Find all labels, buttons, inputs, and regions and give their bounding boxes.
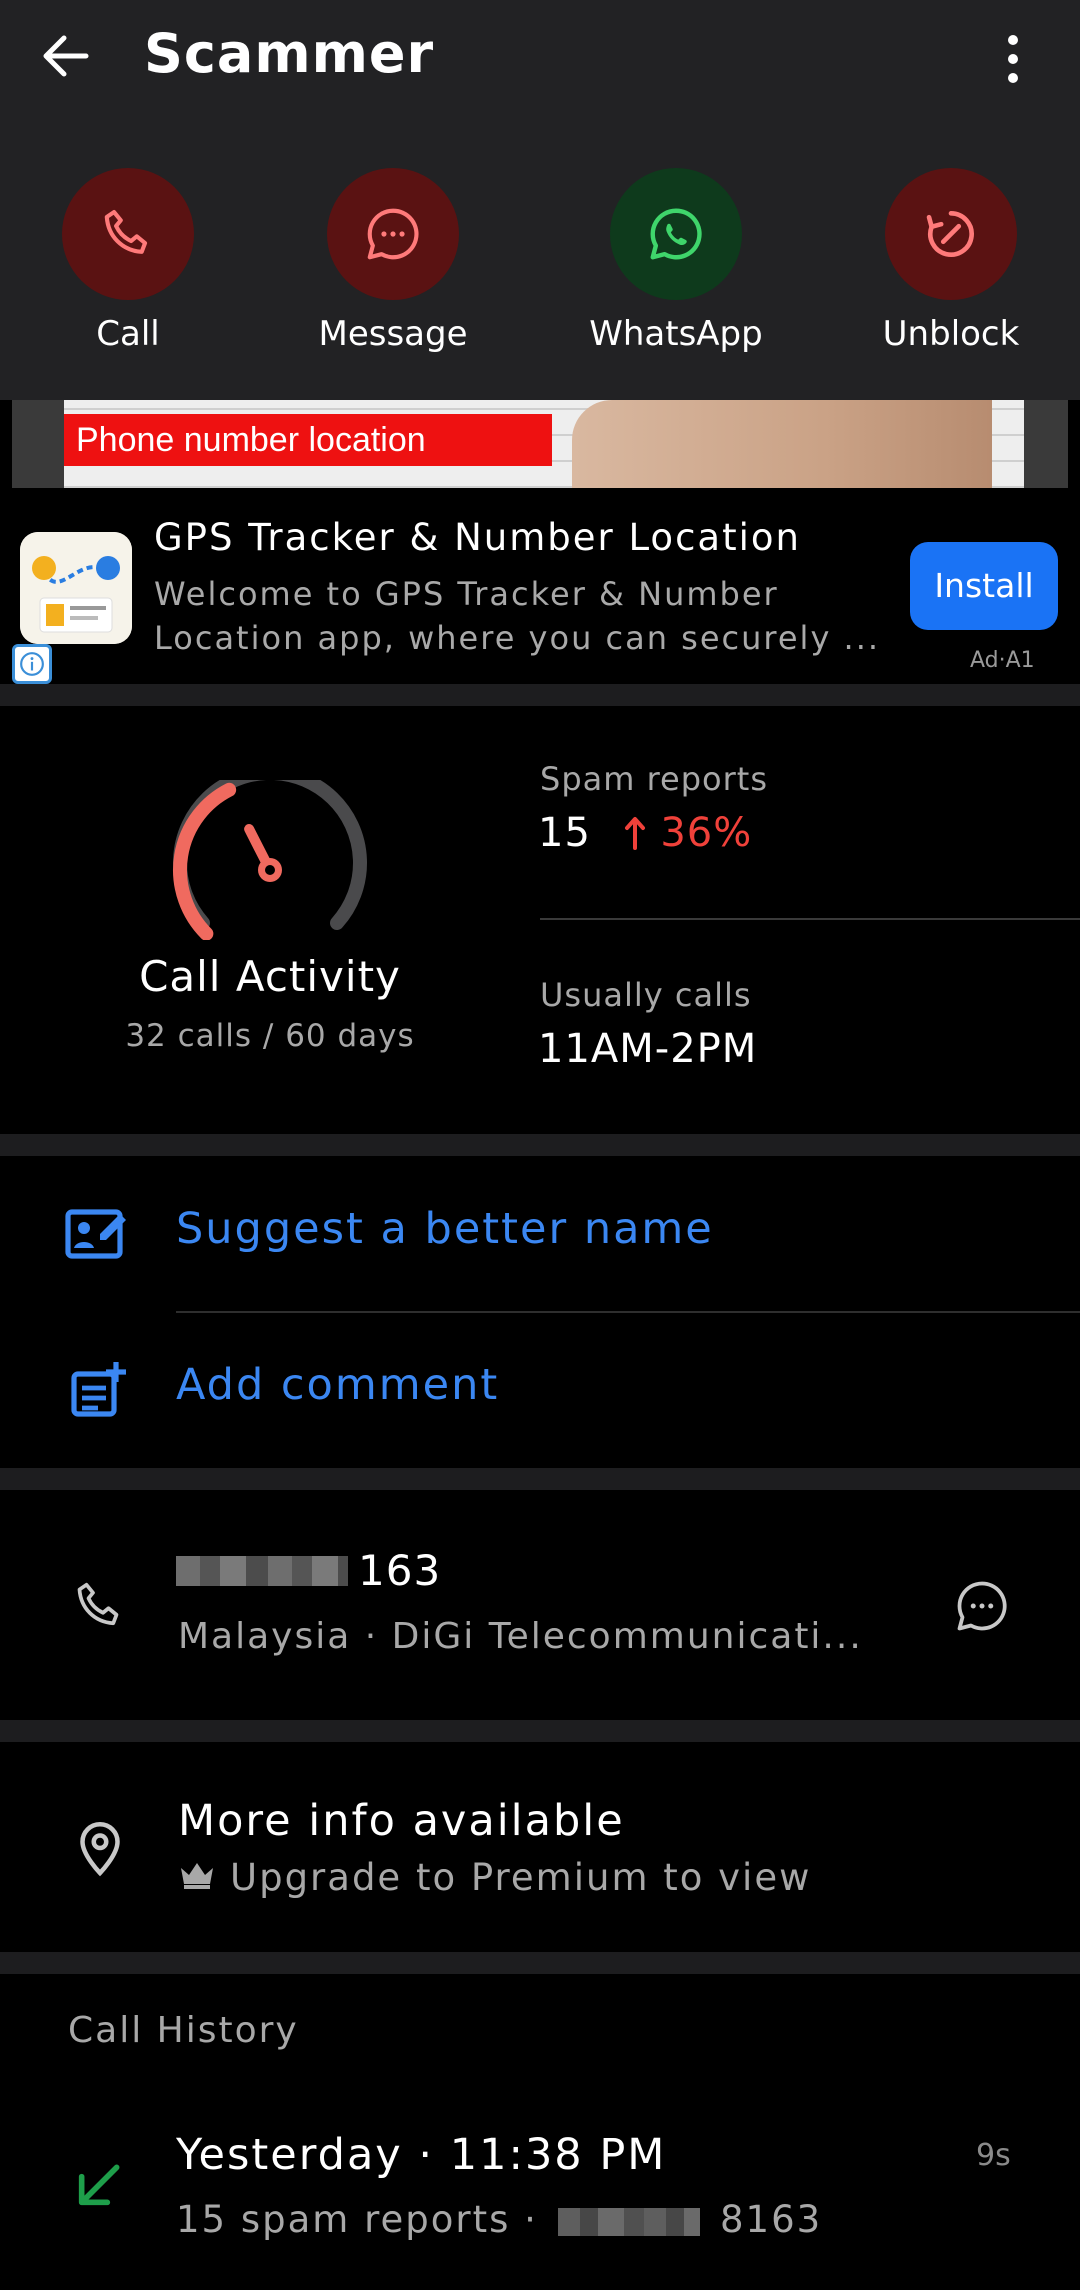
ad-hand-graphic [572,400,992,488]
usually-calls-value: 11AM-2PM [538,1026,758,1072]
suggest-name-link[interactable]: Suggest a better name [176,1204,714,1254]
edit-name-icon[interactable] [62,1196,134,1268]
redacted-number [558,2208,700,2236]
redacted-number [176,1556,348,1586]
arrow-up-icon [623,810,661,856]
ad-banner-text: Phone number location [64,414,552,466]
ad-info-icon[interactable] [12,644,52,684]
section-divider [0,1952,1080,1974]
add-comment-icon[interactable] [62,1354,134,1426]
more-options-icon[interactable] [990,30,1036,90]
unblock-label: Unblock [882,314,1020,354]
call-history-heading: Call History [68,2010,299,2051]
spam-reports-label: Spam reports [540,760,768,798]
ad-card[interactable]: GPS Tracker & Number Location Welcome to… [0,488,1080,684]
ad-install-button[interactable]: Install [910,542,1058,630]
call-label: Call [96,314,160,354]
crown-icon [178,1856,216,1899]
ad-banner-image[interactable]: Phone number location [12,400,1068,488]
whatsapp-action-button[interactable]: WhatsApp [576,168,776,354]
whatsapp-label: WhatsApp [589,314,763,354]
ad-tag: Ad·A1 [970,648,1035,673]
usually-calls-label: Usually calls [540,976,752,1014]
call-history-spam: 15 spam reports · [176,2198,538,2241]
incoming-call-icon [62,2150,134,2222]
add-comment-link[interactable]: Add comment [176,1360,499,1410]
stats-divider [540,918,1080,920]
call-action-button[interactable]: Call [28,168,228,354]
more-info-title[interactable]: More info available [178,1796,625,1846]
unblock-action-button[interactable]: Unblock [851,168,1051,354]
section-divider [0,1720,1080,1742]
call-activity-sub: 32 calls / 60 days [125,1018,415,1054]
call-history-duration: 9s [976,2138,1011,2173]
whatsapp-icon [610,168,742,300]
premium-upsell[interactable]: Upgrade to Premium to view [178,1856,811,1899]
call-history-time[interactable]: Yesterday · 11:38 PM [176,2130,666,2180]
message-label: Message [318,314,468,354]
carrier-info: Malaysia · DiGi Telecommunicati... [178,1616,863,1657]
spam-reports-value: 15 36% [538,810,752,856]
spam-change: 36% [660,810,753,856]
premium-text: Upgrade to Premium to view [230,1856,812,1899]
spam-count: 15 [538,810,591,856]
unblock-icon [885,168,1017,300]
phone-number-tail: 163 [358,1546,442,1595]
speedometer-icon [170,765,370,941]
message-action-button[interactable]: Message [293,168,493,354]
phone-icon [62,168,194,300]
section-divider [0,1134,1080,1156]
call-activity-title: Call Activity [139,952,401,1001]
call-history-number-tail: 8163 [720,2198,823,2241]
message-icon[interactable] [946,1570,1018,1642]
back-arrow-icon[interactable] [36,26,96,86]
location-pin-icon [64,1812,136,1884]
page-title: Scammer [144,22,435,85]
row-divider [176,1311,1080,1313]
ad-description: Welcome to GPS Tracker & Number Location… [154,575,881,657]
app-header: Scammer Call Message WhatsApp Unblock [0,0,1080,400]
ad-app-icon [20,532,132,644]
chat-bubble-icon [327,168,459,300]
section-divider [0,1468,1080,1490]
ad-title: GPS Tracker & Number Location [154,516,801,559]
section-divider [0,684,1080,706]
phone-icon [64,1570,136,1642]
